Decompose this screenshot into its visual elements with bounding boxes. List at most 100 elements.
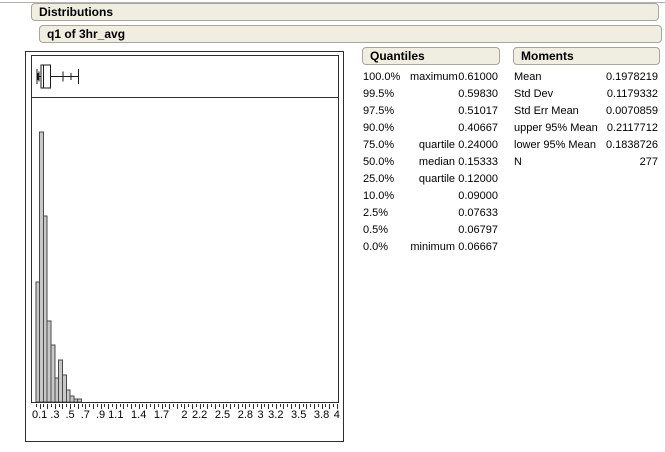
quantile-pct: 2.5% xyxy=(363,206,410,221)
histogram-bar[interactable] xyxy=(36,282,40,402)
axis-tick xyxy=(36,404,37,407)
axis-tick xyxy=(226,404,227,407)
quantile-row: 50.0%median0.15333 xyxy=(363,154,499,171)
moment-label: Std Dev xyxy=(514,87,607,102)
histogram-bar[interactable] xyxy=(78,399,82,402)
axis-tick xyxy=(188,404,189,407)
quantile-label: quartile xyxy=(410,138,455,153)
quantile-pct: 75.0% xyxy=(363,138,410,153)
quantiles-outline-header[interactable]: Quantiles xyxy=(362,47,500,65)
variable-outline-header[interactable]: q1 of 3hr_avg xyxy=(39,25,662,43)
histogram-bar[interactable] xyxy=(74,399,78,402)
histogram-bar[interactable] xyxy=(70,396,74,402)
axis-tick xyxy=(181,404,182,407)
quantile-value: 0.15333 xyxy=(455,155,499,170)
axis-tick xyxy=(112,404,113,407)
axis-tick xyxy=(127,404,128,407)
axis-tick-label: 2.2 xyxy=(192,409,207,421)
axis-tick xyxy=(120,404,121,407)
quantile-row: 10.0%0.09000 xyxy=(363,188,499,205)
axis-tick-label: 3.2 xyxy=(268,409,283,421)
axis-tick-label: 0.1 xyxy=(32,409,47,421)
axis-tick-label: 1.1 xyxy=(108,409,123,421)
axis-tick xyxy=(272,404,273,407)
axis-tick xyxy=(295,404,296,407)
axis-tick xyxy=(318,404,319,407)
quantile-row: 100.0%maximum0.61000 xyxy=(363,69,499,86)
axis-tick-label: .5 xyxy=(66,409,75,421)
axis-tick xyxy=(303,404,304,407)
x-axis-labels[interactable]: 0.1.3.5.7.91.11.41.722.22.52.833.23.53.8… xyxy=(32,409,338,422)
axis-tick xyxy=(173,404,174,407)
quantile-pct: 0.0% xyxy=(363,240,410,255)
axis-tick xyxy=(203,404,204,407)
moment-label: lower 95% Mean xyxy=(514,138,606,153)
moments-table: Mean0.1978219Std Dev0.1179332Std Err Mea… xyxy=(514,69,659,171)
axis-tick-label: 2.8 xyxy=(238,409,253,421)
quantile-label: median xyxy=(410,155,455,170)
axis-tick xyxy=(264,404,265,407)
axis-tick-label: 1.4 xyxy=(131,409,146,421)
axis-tick xyxy=(142,404,143,407)
histogram-bar[interactable] xyxy=(51,345,55,402)
axis-tick xyxy=(333,404,334,407)
moment-row: Mean0.1978219 xyxy=(514,69,659,86)
moment-value: 0.2117712 xyxy=(607,121,659,136)
quantile-value: 0.59830 xyxy=(455,87,499,102)
box-plot-canvas[interactable] xyxy=(32,56,338,97)
quantile-pct: 99.5% xyxy=(363,87,410,102)
histogram-bar[interactable] xyxy=(62,375,66,402)
moment-row: N277 xyxy=(514,154,659,171)
moments-outline-header[interactable]: Moments xyxy=(513,47,660,65)
histogram-bar[interactable] xyxy=(43,216,47,402)
quantiles-title: Quantiles xyxy=(370,49,425,63)
distributions-outline-header[interactable]: Distributions xyxy=(31,3,659,21)
moment-value: 0.1978219 xyxy=(606,70,659,85)
quantile-row: 0.5%0.06797 xyxy=(363,222,499,239)
axis-tick-label: 2 xyxy=(181,409,187,421)
variable-title: q1 of 3hr_avg xyxy=(47,27,125,41)
quantiles-table: 100.0%maximum0.6100099.5% 0.59830 97.5% 0.5… xyxy=(363,69,499,256)
quantile-value: 0.09000 xyxy=(455,189,499,204)
quantile-row: 25.0%quartile0.12000 xyxy=(363,171,499,188)
quantile-value: 0.40667 xyxy=(455,121,499,136)
quantile-pct: 25.0% xyxy=(363,172,410,187)
quantile-label: maximum xyxy=(410,70,455,85)
moment-value: 0.0070859 xyxy=(606,104,659,119)
histogram[interactable] xyxy=(32,98,338,402)
axis-tick-label: .3 xyxy=(50,409,59,421)
histogram-bar[interactable] xyxy=(47,321,51,402)
axis-tick xyxy=(51,404,52,407)
histogram-bar[interactable] xyxy=(66,390,70,402)
axis-tick xyxy=(89,404,90,407)
axis-tick xyxy=(66,404,67,407)
axis-tick xyxy=(325,404,326,407)
quantile-box-plot[interactable] xyxy=(32,56,338,98)
moment-row: Std Dev0.1179332 xyxy=(514,86,659,103)
axis-tick-label: 3.5 xyxy=(291,409,306,421)
histogram-bar[interactable] xyxy=(55,378,59,402)
quantile-value: 0.51017 xyxy=(455,104,499,119)
axis-tick xyxy=(257,404,258,407)
axis-tick-label: 1.7 xyxy=(154,409,169,421)
axis-tick xyxy=(74,404,75,407)
quantile-row: 99.5% 0.59830 xyxy=(363,86,499,103)
moment-row: lower 95% Mean0.1838726 xyxy=(514,137,659,154)
axis-tick xyxy=(234,404,235,407)
moment-label: Std Err Mean xyxy=(514,104,606,119)
plot-frame xyxy=(31,55,339,403)
axis-tick-label: .7 xyxy=(81,409,90,421)
moment-row: upper 95% Mean0.2117712 xyxy=(514,120,659,137)
axis-tick xyxy=(287,404,288,407)
quantile-label: quartile xyxy=(410,172,455,187)
boxplot-box[interactable] xyxy=(41,65,50,88)
histogram-bar[interactable] xyxy=(40,132,44,402)
histogram-canvas[interactable] xyxy=(32,98,338,402)
axis-tick xyxy=(43,404,44,407)
axis-tick xyxy=(219,404,220,407)
quantile-pct: 97.5% xyxy=(363,104,410,119)
moment-label: N xyxy=(514,155,640,170)
axis-tick xyxy=(242,404,243,407)
histogram-bar[interactable] xyxy=(59,360,63,402)
moment-value: 277 xyxy=(640,155,659,170)
